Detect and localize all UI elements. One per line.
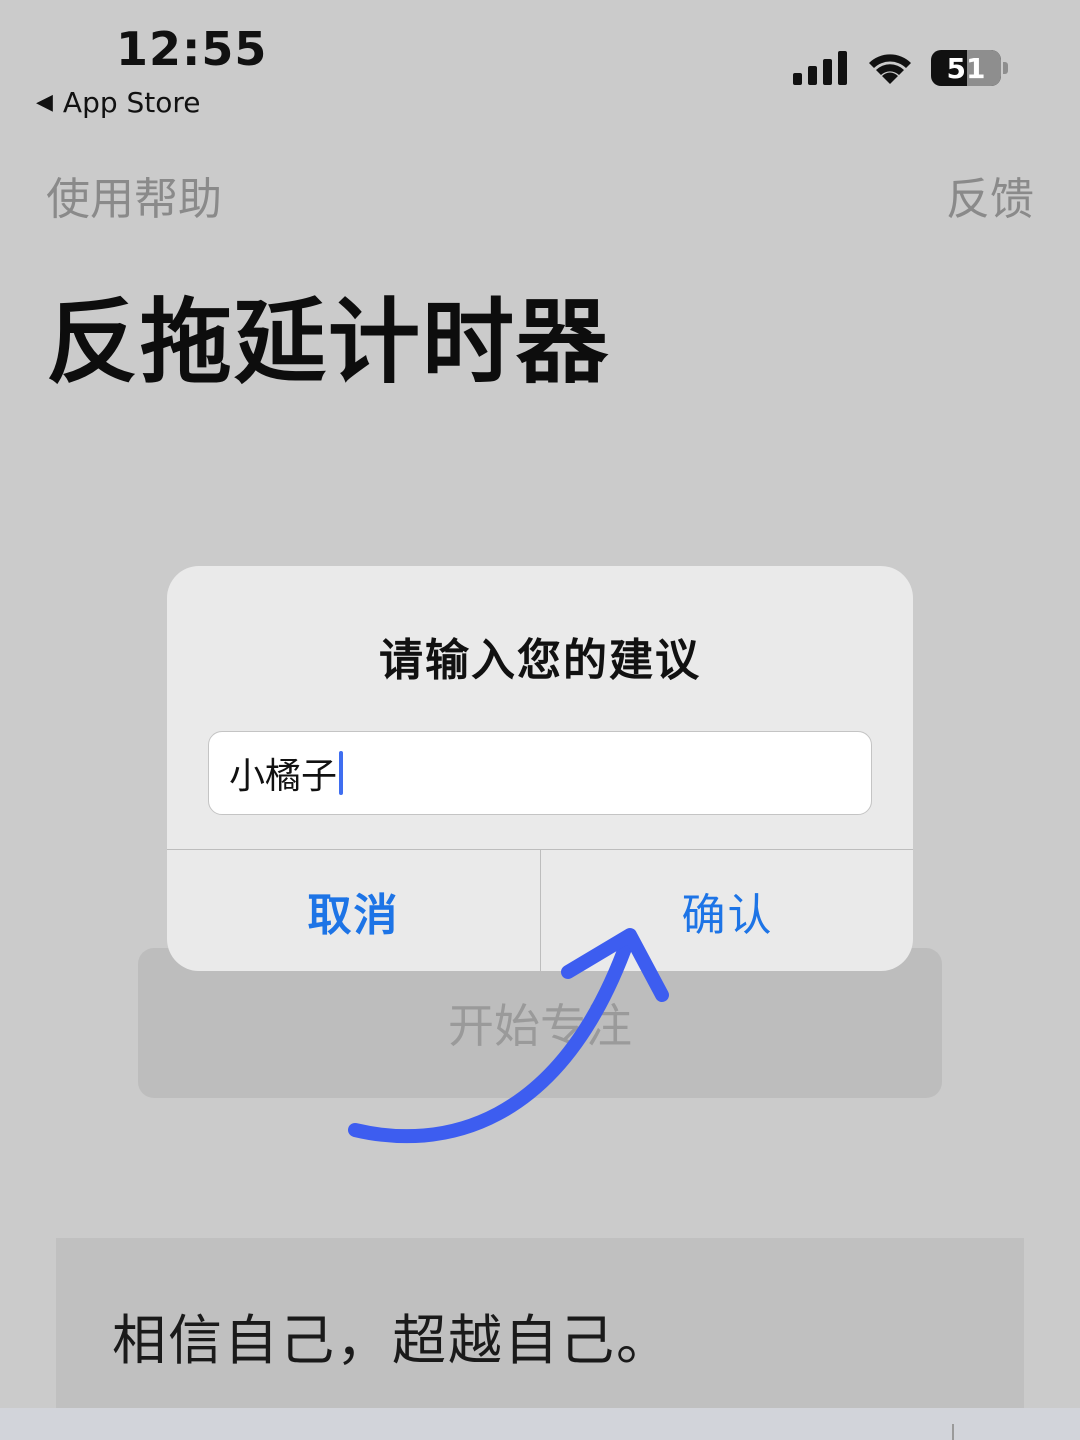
help-link[interactable]: 使用帮助	[46, 163, 222, 227]
start-focus-label: 开始专注	[448, 999, 632, 1053]
battery-tip	[1003, 62, 1008, 74]
confirm-button[interactable]: 确认	[541, 850, 913, 971]
bottom-strip	[0, 1408, 1080, 1440]
page-title: 反拖延计时器	[46, 289, 611, 396]
battery-level: 51	[946, 51, 986, 85]
back-triangle-icon: ◀	[36, 90, 53, 115]
suggestion-dialog: 请输入您的建议 小橘子 取消 确认	[167, 566, 913, 971]
motto-text: 相信自己，超越自己。	[112, 1309, 672, 1372]
status-time: 12:55	[116, 22, 268, 76]
suggestion-input-value: 小橘子	[229, 756, 338, 797]
cancel-button[interactable]: 取消	[167, 850, 540, 971]
back-to-app-store-link[interactable]: ◀ App Store	[36, 86, 201, 119]
back-app-label: App Store	[62, 86, 201, 119]
motto-card: 相信自己，超越自己。	[56, 1238, 1024, 1408]
text-caret	[339, 751, 344, 795]
wifi-icon	[869, 54, 911, 84]
feedback-link[interactable]: 反馈	[946, 163, 1034, 227]
status-icons: 51	[793, 50, 1008, 86]
signal-bars-icon	[793, 51, 847, 85]
dialog-title: 请输入您的建议	[379, 635, 701, 686]
battery-icon: 51	[931, 50, 1001, 86]
suggestion-input[interactable]: 小橘子	[208, 731, 872, 815]
